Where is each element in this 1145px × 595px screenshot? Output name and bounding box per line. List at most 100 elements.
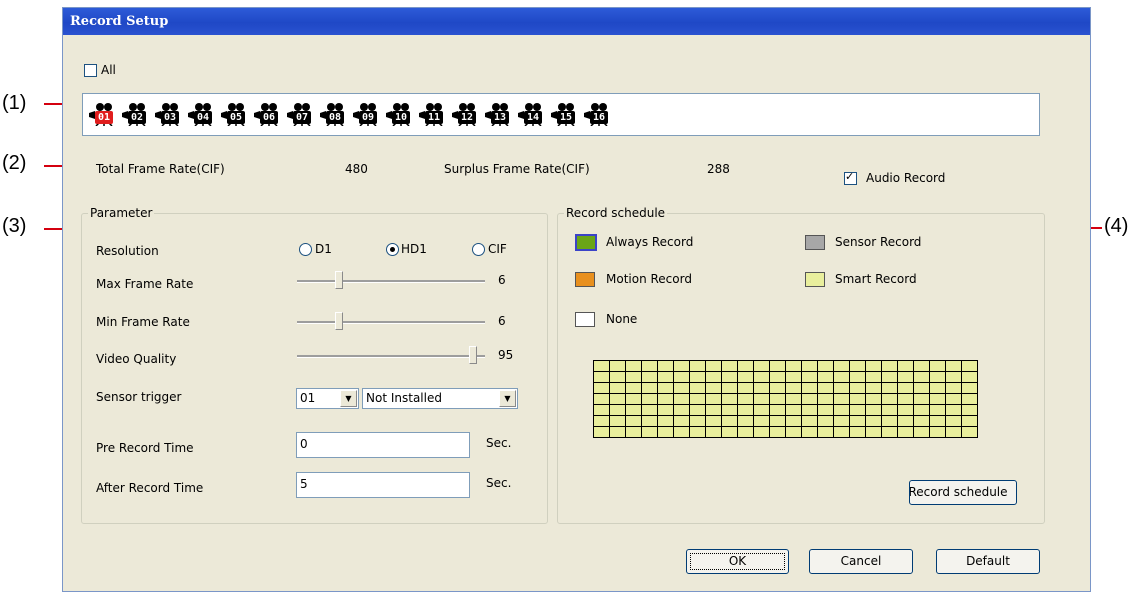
schedule-cell[interactable] — [689, 426, 706, 438]
schedule-cell[interactable] — [609, 393, 626, 405]
schedule-cell[interactable] — [881, 371, 898, 383]
camera-15-button[interactable]: 15 — [551, 102, 579, 126]
schedule-cell[interactable] — [801, 426, 818, 438]
schedule-cell[interactable] — [673, 360, 690, 372]
schedule-cell[interactable] — [625, 360, 642, 372]
schedule-cell[interactable] — [641, 382, 658, 394]
schedule-cell[interactable] — [897, 371, 914, 383]
schedule-cell[interactable] — [641, 393, 658, 405]
schedule-cell[interactable] — [881, 382, 898, 394]
sensor-channel-select[interactable]: 01 ▼ — [296, 388, 359, 409]
camera-08-button[interactable]: 08 — [320, 102, 348, 126]
camera-07-button[interactable]: 07 — [287, 102, 315, 126]
schedule-cell[interactable] — [929, 415, 946, 427]
schedule-cell[interactable] — [929, 371, 946, 383]
schedule-cell[interactable] — [673, 404, 690, 416]
schedule-cell[interactable] — [625, 415, 642, 427]
schedule-cell[interactable] — [833, 371, 850, 383]
schedule-cell[interactable] — [721, 382, 738, 394]
schedule-cell[interactable] — [865, 415, 882, 427]
schedule-cell[interactable] — [737, 404, 754, 416]
camera-16-button[interactable]: 16 — [584, 102, 612, 126]
camera-13-button[interactable]: 13 — [485, 102, 513, 126]
schedule-cell[interactable] — [593, 404, 610, 416]
schedule-cell[interactable] — [625, 404, 642, 416]
schedule-cell[interactable] — [625, 426, 642, 438]
schedule-cell[interactable] — [769, 371, 786, 383]
schedule-cell[interactable] — [753, 426, 770, 438]
chevron-down-icon[interactable]: ▼ — [340, 390, 357, 407]
schedule-cell[interactable] — [657, 404, 674, 416]
audio-record-checkbox[interactable] — [844, 170, 857, 185]
schedule-cell[interactable] — [769, 415, 786, 427]
schedule-cell[interactable] — [721, 426, 738, 438]
schedule-cell[interactable] — [625, 371, 642, 383]
camera-09-button[interactable]: 09 — [353, 102, 381, 126]
video-quality-track[interactable] — [297, 355, 485, 358]
schedule-cell[interactable] — [961, 393, 978, 405]
schedule-cell[interactable] — [641, 415, 658, 427]
schedule-cell[interactable] — [961, 404, 978, 416]
schedule-cell[interactable] — [593, 426, 610, 438]
schedule-cell[interactable] — [721, 371, 738, 383]
schedule-cell[interactable] — [801, 415, 818, 427]
min-frame-rate-track[interactable] — [297, 321, 485, 324]
schedule-cell[interactable] — [945, 360, 962, 372]
schedule-cell[interactable] — [865, 426, 882, 438]
schedule-cell[interactable] — [657, 393, 674, 405]
schedule-cell[interactable] — [945, 415, 962, 427]
smart-record-swatch[interactable] — [805, 272, 825, 287]
schedule-cell[interactable] — [769, 404, 786, 416]
schedule-cell[interactable] — [737, 382, 754, 394]
schedule-cell[interactable] — [913, 371, 930, 383]
schedule-cell[interactable] — [833, 426, 850, 438]
schedule-cell[interactable] — [593, 382, 610, 394]
schedule-cell[interactable] — [849, 426, 866, 438]
schedule-cell[interactable] — [753, 404, 770, 416]
schedule-cell[interactable] — [785, 393, 802, 405]
schedule-cell[interactable] — [913, 404, 930, 416]
schedule-cell[interactable] — [641, 426, 658, 438]
schedule-cell[interactable] — [897, 360, 914, 372]
schedule-cell[interactable] — [833, 360, 850, 372]
schedule-cell[interactable] — [689, 371, 706, 383]
schedule-cell[interactable] — [849, 360, 866, 372]
none-swatch[interactable] — [575, 312, 595, 327]
schedule-cell[interactable] — [689, 415, 706, 427]
schedule-cell[interactable] — [721, 393, 738, 405]
schedule-cell[interactable] — [897, 426, 914, 438]
camera-01-button[interactable]: 01 — [89, 102, 117, 126]
schedule-cell[interactable] — [785, 382, 802, 394]
always-record-swatch[interactable] — [575, 234, 597, 251]
schedule-cell[interactable] — [689, 360, 706, 372]
schedule-cell[interactable] — [705, 415, 722, 427]
schedule-cell[interactable] — [769, 382, 786, 394]
schedule-cell[interactable] — [673, 426, 690, 438]
schedule-cell[interactable] — [737, 393, 754, 405]
schedule-cell[interactable] — [673, 415, 690, 427]
schedule-cell[interactable] — [609, 360, 626, 372]
schedule-cell[interactable] — [753, 382, 770, 394]
schedule-cell[interactable] — [961, 382, 978, 394]
schedule-cell[interactable] — [705, 393, 722, 405]
schedule-cell[interactable] — [705, 404, 722, 416]
sensor-status-select[interactable]: Not Installed ▼ — [362, 388, 518, 409]
schedule-cell[interactable] — [753, 371, 770, 383]
ok-button[interactable]: OK — [686, 549, 789, 574]
schedule-cell[interactable] — [609, 404, 626, 416]
schedule-cell[interactable] — [881, 415, 898, 427]
schedule-cell[interactable] — [785, 404, 802, 416]
schedule-cell[interactable] — [593, 360, 610, 372]
schedule-cell[interactable] — [785, 426, 802, 438]
schedule-cell[interactable] — [849, 371, 866, 383]
schedule-cell[interactable] — [881, 360, 898, 372]
schedule-cell[interactable] — [801, 393, 818, 405]
schedule-cell[interactable] — [705, 371, 722, 383]
schedule-cell[interactable] — [913, 382, 930, 394]
max-frame-rate-track[interactable] — [297, 280, 485, 283]
schedule-cell[interactable] — [833, 404, 850, 416]
schedule-cell[interactable] — [737, 426, 754, 438]
camera-04-button[interactable]: 04 — [188, 102, 216, 126]
schedule-cell[interactable] — [625, 382, 642, 394]
schedule-cell[interactable] — [673, 371, 690, 383]
